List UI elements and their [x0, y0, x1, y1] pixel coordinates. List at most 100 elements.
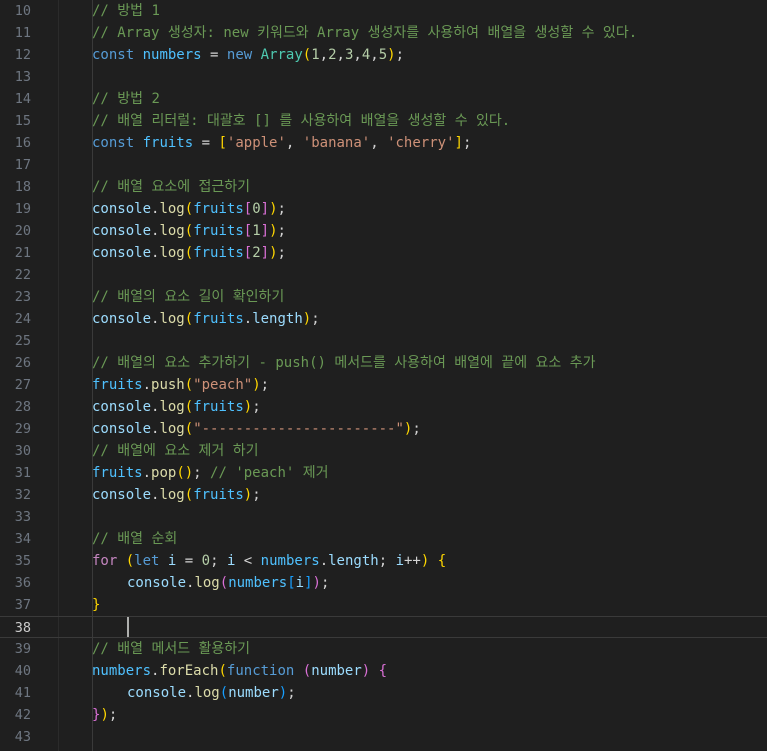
code-text[interactable]: // Array 생성자: new 키워드와 Array 생성자를 사용하여 배… [92, 22, 637, 44]
line-number: 12 [14, 47, 31, 63]
code-line[interactable]: 13 [0, 66, 767, 88]
code-token: // 배열에 요소 제거 하기 [92, 443, 259, 459]
code-text[interactable]: // 배열에 요소 제거 하기 [92, 440, 259, 462]
code-line[interactable]: 27 fruits.push("peach"); [0, 374, 767, 396]
code-text[interactable]: // 배열 요소에 접근하기 [92, 176, 250, 198]
code-line[interactable]: 36 console.log(numbers[i]); [0, 572, 767, 594]
line-number: 34 [14, 531, 31, 547]
code-token: = [176, 553, 202, 569]
code-line[interactable]: 26 // 배열의 요소 추가하기 - push() 메서드를 사용하여 배열에 … [0, 352, 767, 374]
code-text[interactable]: console.log("-----------------------"); [92, 418, 421, 440]
code-token: ] [304, 575, 313, 591]
code-editor[interactable]: 10// 방법 1 11// Array 생성자: new 키워드와 Array … [0, 0, 767, 751]
code-token: // 배열 요소에 접근하기 [92, 179, 251, 195]
code-token: ( [218, 663, 227, 679]
code-line[interactable]: 37} [0, 594, 767, 616]
code-text[interactable]: // 방법 2 [92, 88, 160, 110]
code-text[interactable]: } [92, 594, 100, 616]
code-text[interactable]: }); [92, 704, 117, 726]
code-token: ) [269, 201, 278, 217]
code-line[interactable]: 24 console.log(fruits.length); [0, 308, 767, 330]
code-token: log [159, 421, 185, 437]
code-text[interactable]: console.log(fruits); [92, 396, 261, 418]
code-token: ; [320, 575, 330, 591]
code-line[interactable]: 11 // Array 생성자: new 키워드와 Array 생성자를 사용하여… [0, 22, 767, 44]
code-text[interactable]: console.log(fruits); [92, 484, 261, 506]
code-token: function [226, 663, 295, 679]
code-text[interactable]: const fruits = ['apple', 'banana', 'cher… [92, 132, 471, 154]
code-line[interactable]: 10 // 방법 1 [0, 0, 767, 22]
code-token: console [127, 685, 187, 701]
code-line[interactable]: 40 numbers.forEach(function (number) { [0, 660, 767, 682]
code-line[interactable]: 15 // 배열 리터럴: 대괄호 [] 를 사용하여 배열을 생성할 수 있다. [0, 110, 767, 132]
code-line[interactable]: 17 [0, 154, 767, 176]
code-token: console [92, 201, 152, 217]
code-line[interactable]: 29 console.log("-----------------------")… [0, 418, 767, 440]
code-token: { [378, 663, 388, 679]
code-line[interactable]: 41 console.log(number); [0, 682, 767, 704]
code-token: 1 [311, 47, 320, 63]
code-token: 2 [252, 245, 261, 261]
code-line[interactable]: 18 // 배열 요소에 접근하기 [0, 176, 767, 198]
code-text[interactable]: // 배열 메서드 활용하기 [92, 638, 250, 660]
code-token: ( [184, 311, 194, 327]
code-text[interactable]: // 배열의 요소 길이 확인하기 [92, 286, 284, 308]
code-line[interactable]: 28 console.log(fruits); [0, 396, 767, 418]
code-text[interactable]: fruits.push("peach"); [92, 374, 269, 396]
code-text[interactable]: // 배열 리터럴: 대괄호 [] 를 사용하여 배열을 생성할 수 있다. [92, 110, 510, 132]
code-token: 1 [252, 223, 261, 239]
code-line[interactable]: 14 // 방법 2 [0, 88, 767, 110]
code-token: ; [252, 487, 261, 503]
code-text[interactable]: console.log(fruits[1]); [92, 220, 286, 242]
code-line[interactable]: 42}); [0, 704, 767, 726]
code-text[interactable]: // 방법 1 [92, 0, 160, 22]
code-line[interactable]: 32 console.log(fruits); [0, 484, 767, 506]
code-token: () [176, 465, 194, 481]
code-text[interactable]: for (let i = 0; i < numbers.length; i++)… [92, 550, 446, 572]
code-line[interactable]: 25 [0, 330, 767, 352]
code-line[interactable]: 34 // 배열 순회 [0, 528, 767, 550]
code-line[interactable]: 22 [0, 264, 767, 286]
code-line[interactable]: 39 // 배열 메서드 활용하기 [0, 638, 767, 660]
line-number: 23 [14, 289, 31, 305]
code-line[interactable]: 30 // 배열에 요소 제거 하기 [0, 440, 767, 462]
code-token: "peach" [193, 377, 253, 393]
code-line[interactable]: 23 // 배열의 요소 길이 확인하기 [0, 286, 767, 308]
code-text[interactable]: // 배열 순회 [92, 528, 177, 550]
code-token: fruits [193, 487, 244, 503]
code-line[interactable]: 16 const fruits = ['apple', 'banana', 'ch… [0, 132, 767, 154]
code-text[interactable]: const numbers = new Array(1,2,3,4,5); [92, 44, 404, 66]
code-token: numbers [142, 47, 202, 63]
code-token: pop [151, 465, 177, 481]
code-token: , [370, 135, 388, 151]
code-line[interactable]: 38 [0, 616, 767, 638]
code-line[interactable]: 33 [0, 506, 767, 528]
line-number: 33 [14, 509, 31, 525]
code-token: 2 [328, 47, 337, 63]
code-token: length [328, 553, 379, 569]
code-text[interactable]: console.log(fruits[2]); [92, 242, 286, 264]
code-line[interactable]: 21 console.log(fruits[2]); [0, 242, 767, 264]
code-line[interactable]: 31 fruits.pop(); // 'peach' 제거 [0, 462, 767, 484]
code-text[interactable]: console.log(fruits.length); [92, 308, 320, 330]
code-text[interactable]: numbers.forEach(function (number) { [92, 660, 387, 682]
code-text[interactable]: // 배열의 요소 추가하기 - push() 메서드를 사용하여 배열에 끝에… [92, 352, 595, 374]
code-token: [ [243, 223, 253, 239]
code-line[interactable]: 43 [0, 726, 767, 748]
code-token: numbers [228, 575, 288, 591]
code-line[interactable]: 20 console.log(fruits[1]); [0, 220, 767, 242]
code-text[interactable]: console.log(fruits[0]); [92, 198, 286, 220]
code-token: , [336, 47, 345, 63]
code-token: const [92, 47, 135, 63]
code-text[interactable]: fruits.pop(); // 'peach' 제거 [92, 462, 329, 484]
code-text[interactable]: console.log(numbers[i]); [127, 572, 329, 594]
code-line[interactable]: 35 for (let i = 0; i < numbers.length; i+… [0, 550, 767, 572]
code-text[interactable]: console.log(number); [127, 682, 296, 704]
code-line[interactable]: 19 console.log(fruits[0]); [0, 198, 767, 220]
code-token: new [226, 47, 253, 63]
code-line[interactable]: 12 const numbers = new Array(1,2,3,4,5); [0, 44, 767, 66]
code-token: . [142, 465, 152, 481]
